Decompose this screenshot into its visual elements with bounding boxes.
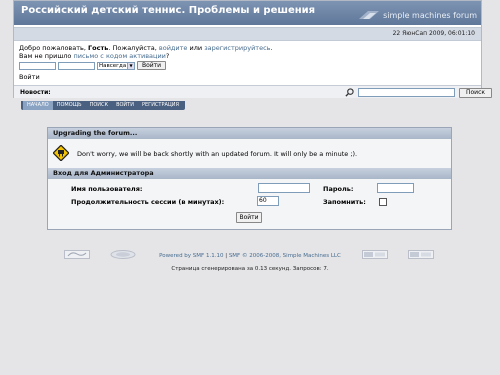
admin-login-title: Вход для Администратора <box>48 168 451 179</box>
login-caption: Войти <box>19 73 40 81</box>
session-length-input[interactable]: 60 <box>257 196 279 206</box>
session-length-label: Продолжительность сессии (в минутах): <box>71 198 225 206</box>
welcome-line: Добро пожаловать, Гость. Пожалуйста, вой… <box>19 44 273 52</box>
register-link[interactable]: зарегистрируйтесь <box>204 44 270 52</box>
search-icon <box>345 88 354 97</box>
session-duration-value: Навсегда <box>99 62 127 69</box>
login-link[interactable]: войдите <box>159 44 188 52</box>
current-date: 22 ЯюнСап 2009, 06:01:10 <box>392 30 475 37</box>
welcome-prefix: Добро пожаловать, <box>19 44 88 52</box>
remember-checkbox[interactable] <box>379 198 387 206</box>
admin-username-input[interactable] <box>258 183 310 193</box>
smf-brand[interactable]: simple machines forum <box>358 10 477 20</box>
title-bar: Российский детский теннис. Проблемы и ре… <box>14 1 481 25</box>
search-button[interactable]: Поиск <box>459 88 492 98</box>
search-input[interactable] <box>358 88 455 97</box>
chevron-down-icon: ▼ <box>127 62 134 69</box>
admin-password-input[interactable] <box>377 183 414 193</box>
news-search-bar: Новости: Поиск <box>14 85 492 98</box>
remember-label: Запомнить: <box>323 198 366 206</box>
upgrade-title: Upgrading the forum... <box>48 128 451 139</box>
welcome-or: или <box>187 44 205 52</box>
page-generation-info: Страница сгенерирована за 0.13 секунд. З… <box>171 266 329 272</box>
upgrade-message: Don't worry, we will be back shortly wit… <box>77 150 358 158</box>
smf-logo-icon <box>359 11 380 19</box>
session-duration-select[interactable]: Навсегда ▼ <box>97 61 135 70</box>
maintenance-panel: Upgrading the forum... Don't worry, we w… <box>47 127 452 230</box>
main-menu: Начало Помощь Поиск Войти Регистрация <box>21 101 186 110</box>
tab-login[interactable]: Войти <box>112 101 138 110</box>
quick-username-input[interactable] <box>19 61 56 70</box>
quick-login-row: Навсегда ▼ Войти <box>19 61 273 70</box>
warning-icon <box>53 145 69 161</box>
tab-search[interactable]: Поиск <box>86 101 112 110</box>
activation-line: Вам не пришло письмо с кодом активации? <box>19 52 273 60</box>
activation-link[interactable]: письмо с кодом активации <box>73 52 165 60</box>
forum-title: Российский детский теннис. Проблемы и ре… <box>21 5 316 16</box>
admin-login-button[interactable]: Войти <box>236 212 262 223</box>
guest-label: Гость <box>88 44 109 52</box>
quick-password-input[interactable] <box>58 61 95 70</box>
tab-home[interactable]: Начало <box>23 101 53 110</box>
user-login-area: Добро пожаловать, Гость. Пожалуйста, вой… <box>19 44 273 81</box>
welcome-end: . <box>270 44 273 52</box>
quick-login-button[interactable]: Войти <box>137 61 167 70</box>
tab-register[interactable]: Регистрация <box>138 101 183 110</box>
activation-prefix: Вам не пришло <box>19 52 74 60</box>
admin-username-label: Имя пользователя: <box>71 185 143 193</box>
activation-end: ? <box>165 52 170 60</box>
news-label: Новости: <box>20 89 51 96</box>
date-bar: 22 ЯюнСап 2009, 06:01:10 <box>14 27 481 41</box>
tab-help[interactable]: Помощь <box>53 101 86 110</box>
forum-header: Российский детский теннис. Проблемы и ре… <box>13 0 492 98</box>
smf-version-link[interactable]: Powered by SMF 1.1.10 <box>159 253 223 259</box>
admin-password-label: Пароль: <box>323 185 354 193</box>
smf-brand-text: simple machines forum <box>383 10 477 20</box>
welcome-mid: . Пожалуйста, <box>108 44 159 52</box>
footer-credits: Powered by SMF 1.1.10 | SMF © 2006-2008,… <box>0 253 500 259</box>
smf-copyright-link[interactable]: SMF © 2006-2008, Simple Machines LLC <box>229 253 341 259</box>
